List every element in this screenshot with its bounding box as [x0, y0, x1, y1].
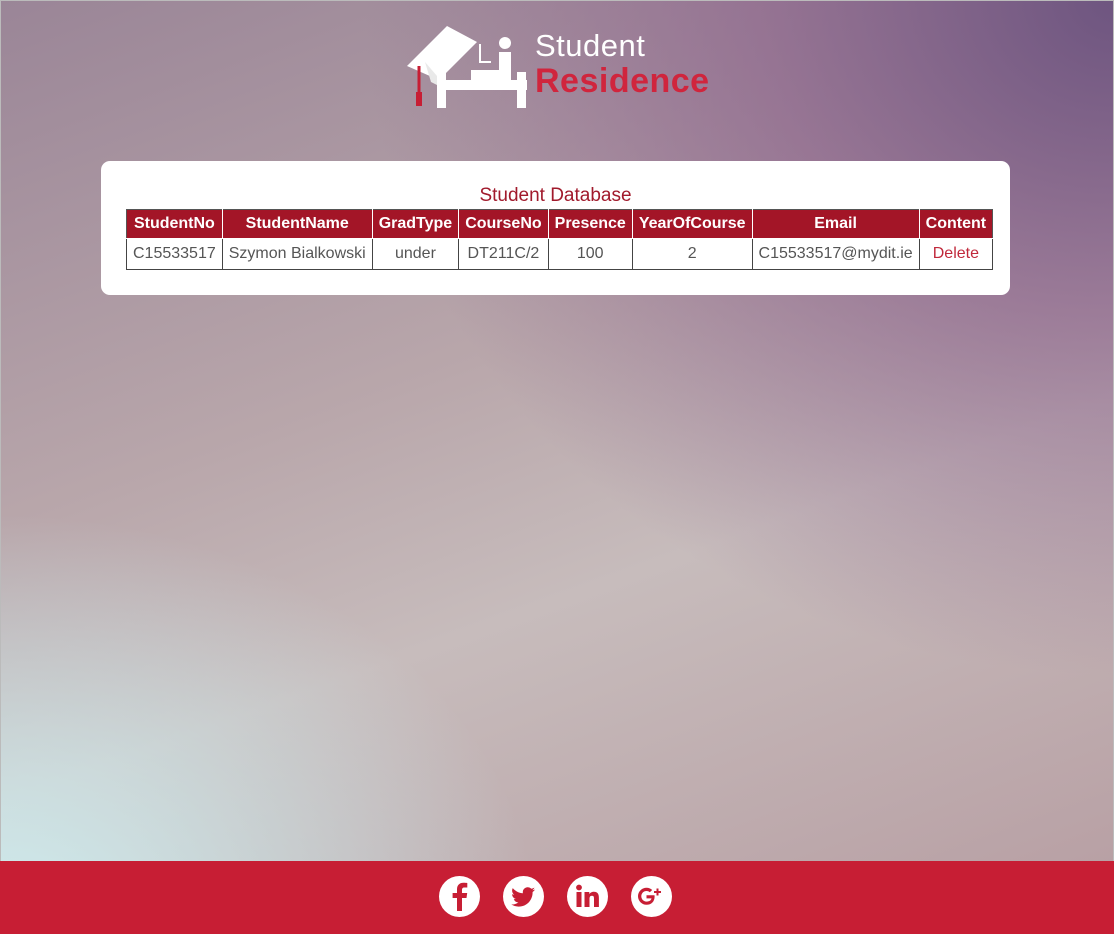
- delete-link[interactable]: Delete: [933, 245, 979, 262]
- column-header-student-no: StudentNo: [126, 209, 223, 239]
- cell-email: C15533517@mydit.ie: [751, 238, 920, 270]
- logo-title-student: Student: [535, 28, 646, 63]
- cell-year-of-course: 2: [631, 238, 753, 270]
- table-row: C15533517 Szymon Bialkowski under DT211C…: [126, 238, 994, 270]
- window-frame: [0, 0, 1114, 934]
- table-caption: Student Database: [479, 185, 632, 206]
- facebook-icon[interactable]: [439, 876, 480, 917]
- cell-student-no: C15533517: [126, 238, 223, 270]
- cell-student-name: Szymon Bialkowski: [221, 238, 373, 270]
- google-plus-icon[interactable]: [631, 876, 672, 917]
- cell-course-no: DT211C/2: [458, 238, 549, 270]
- database-card: Student Database StudentNo StudentName G…: [101, 161, 1010, 295]
- linkedin-icon[interactable]: [567, 876, 608, 917]
- student-residence-logo-icon: [407, 26, 527, 108]
- cell-content: Delete: [918, 238, 994, 270]
- footer: [0, 861, 1114, 934]
- table-header-row: StudentNo StudentName GradType CourseNo …: [126, 209, 994, 239]
- column-header-student-name: StudentName: [221, 209, 373, 239]
- column-header-presence: Presence: [547, 209, 633, 239]
- column-header-content: Content: [918, 209, 994, 239]
- column-header-year-of-course: YearOfCourse: [631, 209, 753, 239]
- twitter-icon[interactable]: [503, 876, 544, 917]
- student-table: StudentNo StudentName GradType CourseNo …: [126, 209, 994, 270]
- column-header-grad-type: GradType: [371, 209, 460, 239]
- cell-presence: 100: [547, 238, 633, 270]
- logo[interactable]: Student Residence: [405, 22, 715, 114]
- column-header-course-no: CourseNo: [458, 209, 549, 239]
- cell-grad-type: under: [371, 238, 460, 270]
- logo-title-residence: Residence: [535, 62, 710, 100]
- column-header-email: Email: [751, 209, 920, 239]
